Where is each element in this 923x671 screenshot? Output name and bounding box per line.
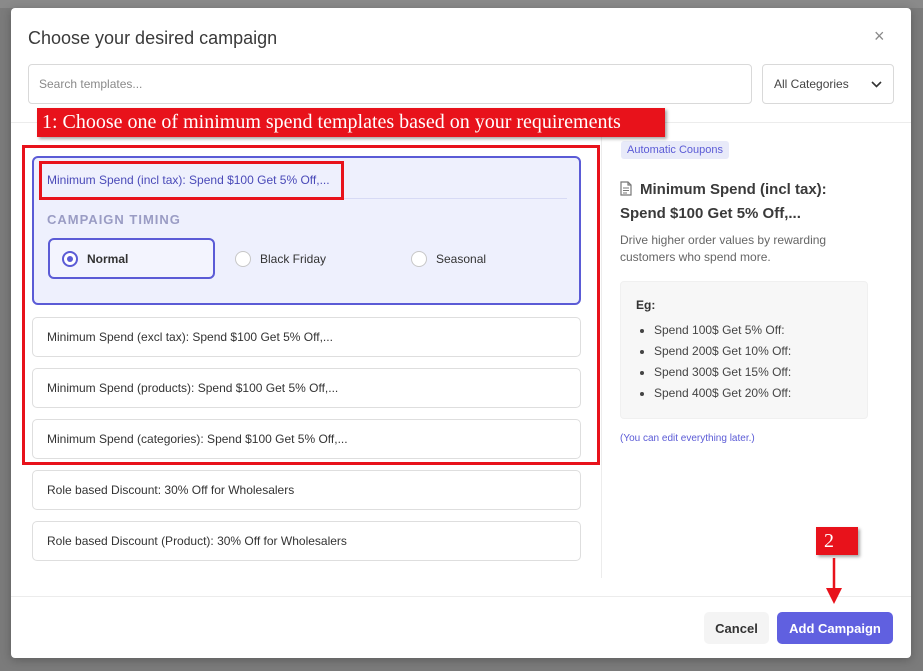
example-list: Spend 100$ Get 5% Off: Spend 200$ Get 10… <box>636 320 852 404</box>
example-item: Spend 100$ Get 5% Off: <box>654 320 852 341</box>
example-item: Spend 300$ Get 15% Off: <box>654 362 852 383</box>
annotation-step-2: 2 <box>816 527 858 555</box>
page-backdrop <box>0 0 923 8</box>
search-input[interactable] <box>28 64 752 104</box>
cancel-button[interactable]: Cancel <box>704 612 769 644</box>
arrow-down-icon <box>826 558 842 604</box>
category-select[interactable]: All Categories <box>762 64 894 104</box>
detail-description: Drive higher order values by rewarding c… <box>620 233 827 264</box>
campaign-modal: Choose your desired campaign × All Categ… <box>11 8 911 658</box>
example-label: Eg: <box>636 298 656 312</box>
annotation-step-1: 1: Choose one of minimum spend templates… <box>37 108 665 137</box>
detail-title-text: Minimum Spend (incl tax): Spend $100 Get… <box>620 181 827 222</box>
example-box: Eg: Spend 100$ Get 5% Off: Spend 200$ Ge… <box>620 281 868 419</box>
close-icon[interactable]: × <box>874 26 885 46</box>
category-select-value: All Categories <box>774 77 849 91</box>
example-item: Spend 200$ Get 10% Off: <box>654 341 852 362</box>
modal-title: Choose your desired campaign <box>28 28 278 48</box>
detail-title: Minimum Spend (incl tax): Spend $100 Get… <box>620 178 860 226</box>
document-icon <box>620 181 632 196</box>
example-item: Spend 400$ Get 20% Off: <box>654 383 852 404</box>
edit-note: (You can edit everything later.) <box>620 433 755 444</box>
chevron-down-icon <box>871 80 882 88</box>
add-campaign-button[interactable]: Add Campaign <box>777 612 893 644</box>
footer-divider <box>11 596 911 597</box>
column-divider <box>601 122 602 578</box>
template-item[interactable]: Role based Discount: 30% Off for Wholesa… <box>32 470 581 510</box>
category-badge: Automatic Coupons <box>621 141 729 159</box>
template-item[interactable]: Role based Discount (Product): 30% Off f… <box>32 521 581 561</box>
annotation-highlight-box <box>39 161 344 200</box>
